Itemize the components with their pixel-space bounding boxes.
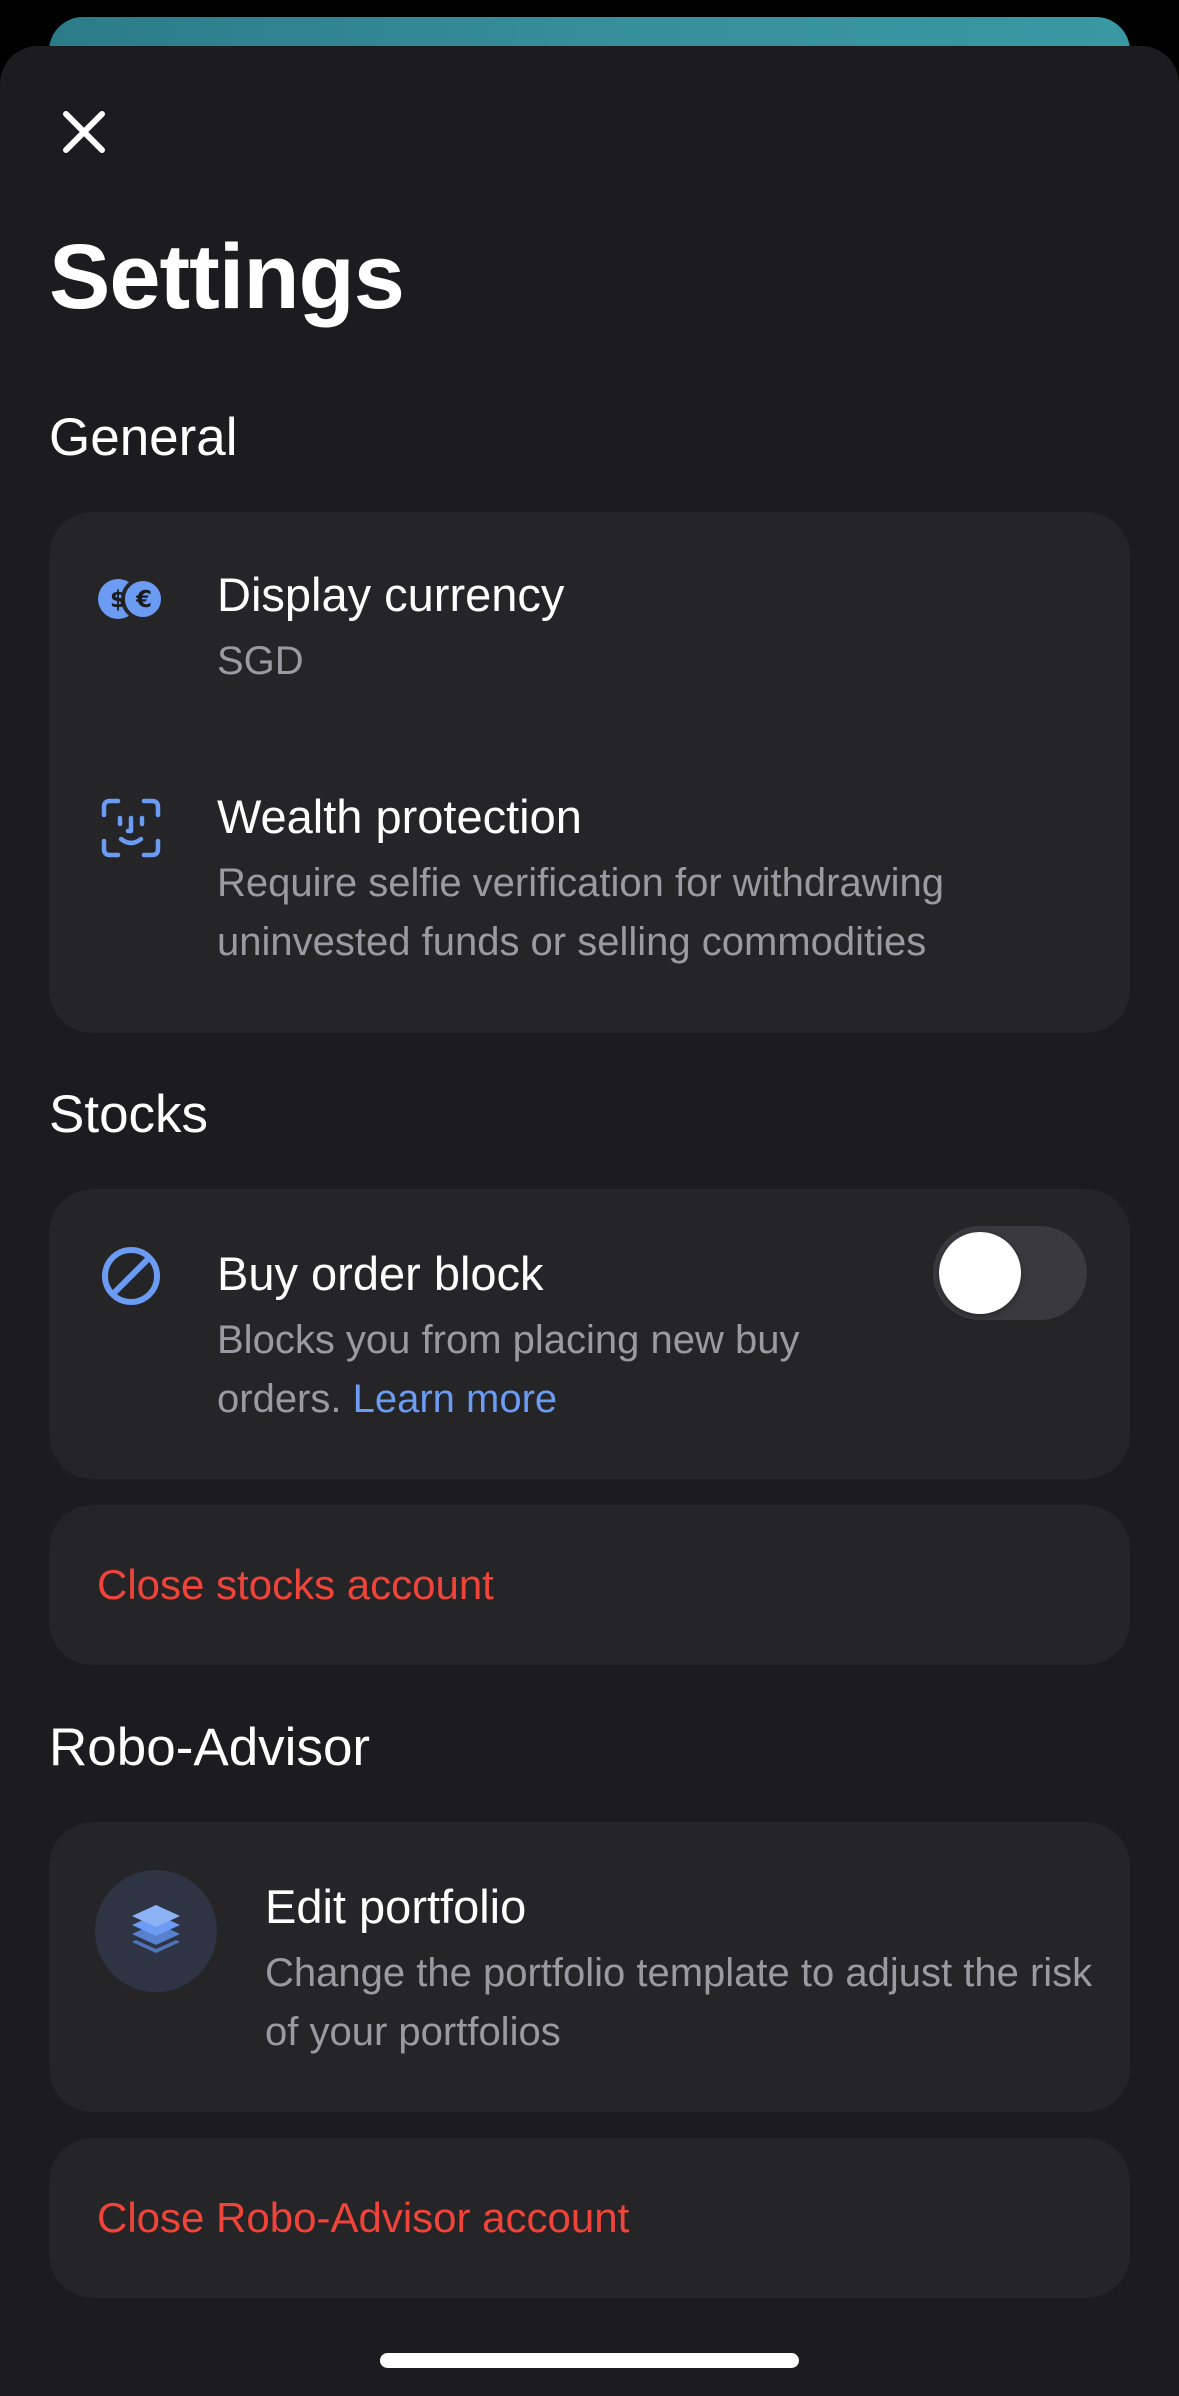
svg-text:$: $: [110, 587, 126, 613]
toggle-knob: [939, 1232, 1021, 1314]
stocks-card: Buy order block Blocks you from placing …: [49, 1189, 1130, 1479]
buy-order-block-toggle[interactable]: [933, 1226, 1087, 1320]
layers-icon: [95, 1870, 217, 1992]
wealth-protection-title: Wealth protection: [217, 790, 582, 843]
buy-order-block-title: Buy order block: [217, 1247, 544, 1300]
display-currency-value: SGD: [217, 639, 304, 683]
buy-order-block-row: Buy order block Blocks you from placing …: [49, 1189, 1130, 1479]
face-id-icon: [98, 795, 164, 861]
edit-portfolio-row[interactable]: Edit portfolio Change the portfolio temp…: [49, 1822, 1130, 2112]
general-card: $ € Display currency SGD Wealth protecti…: [49, 512, 1130, 1033]
section-title-general: General: [49, 408, 238, 467]
section-title-robo-advisor: Robo-Advisor: [49, 1718, 371, 1777]
svg-text:€: €: [135, 587, 152, 613]
edit-portfolio-title: Edit portfolio: [265, 1880, 527, 1933]
section-title-stocks: Stocks: [49, 1085, 209, 1144]
page-title: Settings: [49, 226, 405, 328]
close-icon: [63, 111, 105, 153]
close-robo-advisor-account-label: Close Robo-Advisor account: [97, 2194, 630, 2241]
edit-portfolio-description: Change the portfolio template to adjust …: [265, 1951, 1093, 2054]
display-currency-row[interactable]: $ € Display currency SGD: [49, 512, 1130, 732]
close-robo-advisor-account-button[interactable]: Close Robo-Advisor account: [49, 2138, 1130, 2298]
robo-advisor-card: Edit portfolio Change the portfolio temp…: [49, 1822, 1130, 2112]
close-button[interactable]: [48, 96, 120, 168]
display-currency-title: Display currency: [217, 568, 565, 621]
close-stocks-account-label: Close stocks account: [97, 1561, 494, 1608]
learn-more-link[interactable]: Learn more: [353, 1377, 558, 1421]
wealth-protection-description: Require selfie verification for withdraw…: [217, 861, 944, 964]
currency-exchange-icon: $ €: [98, 566, 164, 632]
block-icon: [98, 1243, 164, 1309]
home-indicator: [380, 2353, 799, 2368]
close-stocks-account-button[interactable]: Close stocks account: [49, 1505, 1130, 1665]
wealth-protection-row[interactable]: Wealth protection Require selfie verific…: [49, 732, 1130, 1033]
buy-order-block-description: Blocks you from placing new buy orders. …: [217, 1311, 897, 1429]
